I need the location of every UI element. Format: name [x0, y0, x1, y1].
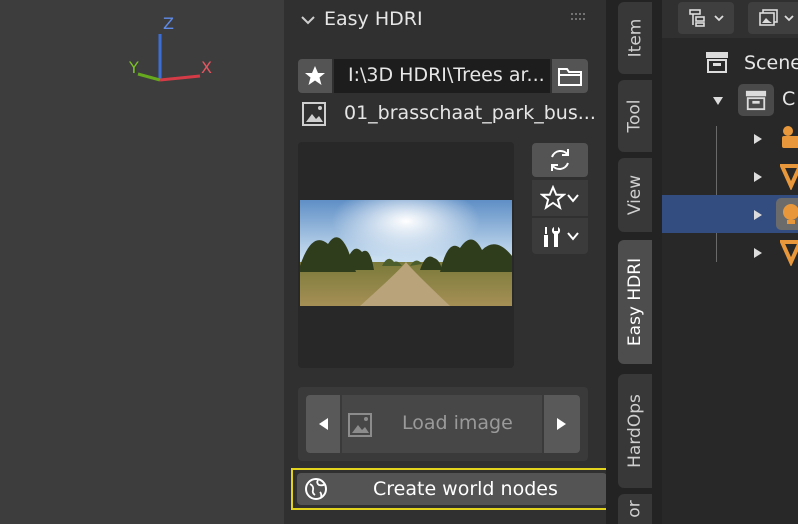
display-mode-dropdown[interactable]	[678, 2, 734, 34]
arrow-left-icon	[319, 418, 328, 430]
favorite-button[interactable]	[298, 59, 332, 93]
scene-collection-icon	[706, 52, 728, 73]
refresh-icon	[551, 149, 569, 171]
tree-line	[716, 126, 717, 262]
image-name-label: 01_brasschaat_park_bus...	[344, 102, 594, 124]
mesh-object-icon	[780, 240, 798, 266]
load-image-box: Load image	[298, 387, 588, 461]
filter-dropdown[interactable]	[748, 2, 798, 34]
image-icon	[302, 102, 326, 126]
chevron-down-icon	[713, 15, 724, 22]
outliner-icon	[688, 9, 705, 27]
previous-image-button[interactable]	[306, 395, 340, 453]
hdri-path-value: I:\3D HDRI\Trees ar...	[348, 64, 545, 86]
browse-folder-button[interactable]	[552, 59, 588, 93]
folder-icon	[558, 68, 582, 86]
hdri-path-field[interactable]: I:\3D HDRI\Trees ar...	[334, 59, 550, 93]
mesh-object-icon	[780, 164, 798, 190]
light-icon-badge	[776, 198, 798, 230]
load-image-label: Load image	[402, 412, 513, 434]
expand-arrow-right-icon[interactable]	[752, 170, 764, 184]
collection-icon	[745, 90, 767, 111]
chevron-down-icon	[567, 194, 579, 203]
tab-easy-hdri[interactable]: Easy HDRI	[618, 240, 652, 364]
hdri-preview-frame[interactable]	[298, 142, 514, 368]
create-world-nodes-button[interactable]: Create world nodes	[297, 473, 607, 505]
chevron-down-icon	[567, 232, 579, 241]
load-image-button[interactable]: Load image	[342, 395, 542, 453]
outliner: Scene C	[662, 0, 798, 524]
outliner-header	[662, 0, 798, 38]
chevron-down-icon	[783, 15, 794, 22]
image-stack-icon	[758, 9, 778, 26]
next-image-button[interactable]	[544, 395, 580, 453]
settings-dropdown[interactable]	[532, 218, 588, 254]
create-world-highlight: Create world nodes	[291, 468, 613, 510]
create-world-nodes-label: Create world nodes	[373, 478, 558, 500]
gizmo-y-label: Y	[129, 58, 139, 77]
tab-partial[interactable]: or	[618, 494, 652, 524]
sidebar-panel: Easy HDRI I:\3D HDRI\Trees ar... 01_bras…	[284, 0, 613, 524]
arrow-right-icon	[557, 418, 566, 430]
collection-label: C	[782, 88, 796, 110]
light-object-icon	[783, 204, 798, 224]
panel-header[interactable]: Easy HDRI	[284, 0, 606, 40]
sidebar-tabs: Item Tool View Easy HDRI HardOps or	[606, 0, 662, 524]
panel-title: Easy HDRI	[324, 8, 423, 30]
collection-icon-badge	[738, 84, 774, 116]
tab-hardops[interactable]: HardOps	[618, 374, 652, 488]
expand-arrow-right-icon[interactable]	[752, 208, 764, 222]
chevron-down-icon[interactable]	[298, 10, 318, 30]
3d-viewport[interactable]: Z X Y	[0, 0, 284, 524]
drag-grip-icon[interactable]	[570, 12, 586, 22]
refresh-button[interactable]	[532, 143, 588, 177]
world-icon	[305, 478, 327, 500]
camera-object-icon	[782, 126, 798, 148]
tab-view[interactable]: View	[618, 158, 652, 232]
gizmo-z-label: Z	[163, 14, 174, 33]
expand-arrow-down-icon[interactable]	[712, 95, 724, 107]
expand-arrow-right-icon[interactable]	[752, 246, 764, 260]
favorites-dropdown[interactable]	[532, 180, 588, 216]
star-outline-icon	[540, 185, 566, 211]
tools-icon	[544, 227, 561, 247]
tab-tool[interactable]: Tool	[618, 80, 652, 152]
image-icon	[348, 413, 372, 437]
tab-item[interactable]: Item	[618, 2, 652, 74]
hdri-thumbnail	[300, 200, 512, 306]
scene-collection-label: Scene	[744, 52, 798, 74]
expand-arrow-right-icon[interactable]	[752, 132, 764, 146]
gizmo-x-label: X	[201, 58, 212, 77]
star-icon	[305, 66, 325, 85]
